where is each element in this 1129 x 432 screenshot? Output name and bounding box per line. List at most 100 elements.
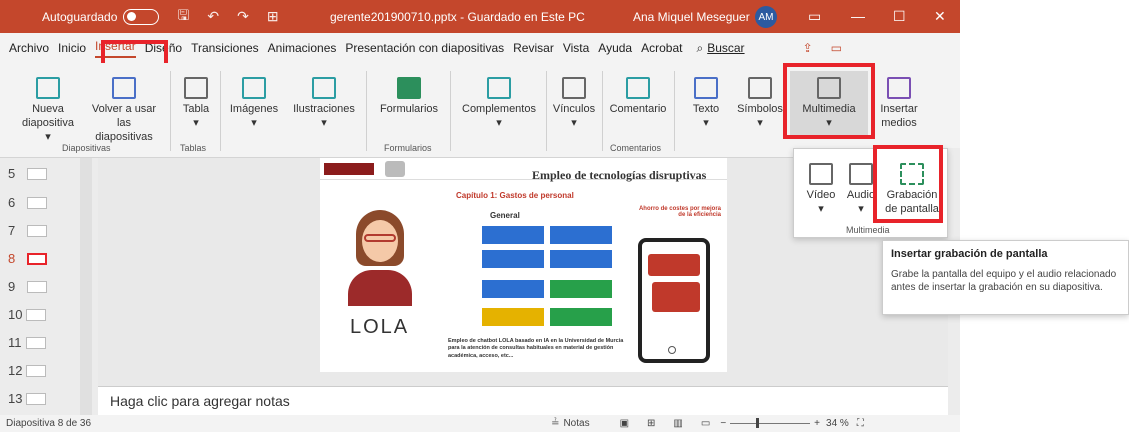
undo-icon[interactable]: ↶ <box>207 8 219 25</box>
lola-label: LOLA <box>350 316 410 338</box>
insert-media-label: Insertar <box>880 103 918 115</box>
slideshow-icon[interactable]: ▭ <box>701 418 710 429</box>
comment-button[interactable]: Comentario <box>606 77 670 117</box>
tab-acrobat[interactable]: Acrobat <box>641 41 682 55</box>
quick-access-icon[interactable]: ⊞ <box>267 8 279 25</box>
thumbnail-item[interactable]: 11 <box>8 335 46 350</box>
tooltip-body: Grabe la pantalla del equipo y el audio … <box>891 268 1117 294</box>
slide-body: Empleo de chatbot LOLA basado en IA en l… <box>448 338 624 359</box>
share-icon[interactable]: ⇪ <box>803 41 813 55</box>
thumbnail-number: 13 <box>8 391 23 406</box>
tab-animaciones[interactable]: Animaciones <box>268 41 337 55</box>
title-bar: Autoguardado 🖫 ↶ ↷ ⊞ gerente201900710.pp… <box>0 0 960 33</box>
chevron-down-icon: ▾ <box>496 116 502 129</box>
search-icon[interactable]: ⌕ <box>696 41 703 56</box>
tab-ayuda[interactable]: Ayuda <box>598 41 632 55</box>
forms-button[interactable]: Formularios <box>372 77 446 117</box>
addins-button[interactable]: Complementos ▾ <box>456 77 542 131</box>
shapes-icon <box>312 77 336 99</box>
notes-icon[interactable]: ≟ <box>551 418 559 429</box>
video-label: Vídeo <box>806 189 836 201</box>
new-slide-button[interactable]: Nueva diapositiva ▾ <box>18 77 78 144</box>
zoom-slider[interactable] <box>730 418 811 428</box>
minimize-icon[interactable]: — <box>851 8 865 24</box>
close-icon[interactable]: ✕ <box>934 8 946 25</box>
group-forms-label: Formularios <box>384 143 432 153</box>
insert-media-button[interactable]: Insertar medios <box>874 77 924 131</box>
slide-title: Empleo de tecnologías disruptivas <box>532 168 707 182</box>
search-label[interactable]: Buscar <box>707 41 744 55</box>
table-button[interactable]: Tabla ▾ <box>176 77 216 131</box>
reading-view-icon[interactable]: ▥ <box>673 418 682 429</box>
avatar[interactable]: AM <box>755 6 777 28</box>
chevron-down-icon: ▾ <box>251 116 257 129</box>
text-button[interactable]: Texto ▾ <box>684 77 728 131</box>
notes-pane[interactable]: Haga clic para agregar notas <box>98 386 960 415</box>
reuse-label: Volver a usar <box>91 103 157 115</box>
savings-line-2: de la eficiencia <box>678 212 721 218</box>
general-label: General <box>490 211 520 220</box>
thumbnail-item[interactable]: 10 <box>8 307 47 322</box>
links-button[interactable]: Vínculos ▾ <box>550 77 598 131</box>
table-icon <box>184 77 208 99</box>
forms-icon <box>397 77 421 99</box>
reuse-slides-icon <box>112 77 136 99</box>
comments-icon[interactable]: ▭ <box>831 41 842 55</box>
symbols-button[interactable]: Símbolos ▾ <box>734 77 786 131</box>
tab-archivo[interactable]: Archivo <box>9 41 49 55</box>
table-label: Tabla <box>182 103 210 115</box>
tab-revisar[interactable]: Revisar <box>513 41 554 55</box>
video-icon <box>809 163 833 185</box>
thumbnail-number: 6 <box>8 195 16 210</box>
new-slide-label-2: diapositiva ▾ <box>22 116 74 143</box>
illustrations-button[interactable]: Ilustraciones ▾ <box>288 77 360 131</box>
thumbnail-scrollbar[interactable] <box>80 158 92 415</box>
symbols-label: Símbolos <box>737 103 783 115</box>
notes-toggle[interactable]: Notas <box>563 418 589 429</box>
save-icon[interactable]: 🖫 <box>177 5 189 29</box>
tab-inicio[interactable]: Inicio <box>58 41 86 55</box>
zoom-level[interactable]: 34 % <box>826 418 849 429</box>
thumbnail-item[interactable]: 12 <box>8 363 47 378</box>
tab-vista[interactable]: Vista <box>563 41 589 55</box>
images-button[interactable]: Imágenes ▾ <box>226 77 282 131</box>
reuse-slides-button[interactable]: Volver a usar las diapositivas <box>88 77 160 144</box>
comment-icon <box>626 77 650 99</box>
chevron-down-icon: ▾ <box>321 116 327 129</box>
thumbnail-image <box>26 308 47 321</box>
insert-media-label-2: medios <box>881 116 917 129</box>
redo-icon[interactable]: ↷ <box>237 8 249 25</box>
lola-avatar-illustration <box>348 210 412 306</box>
new-slide-label: Nueva <box>32 103 64 115</box>
university-logo <box>324 163 374 175</box>
thumbnail-item-selected[interactable]: 8 <box>8 251 48 266</box>
slide-chapter: Capítulo 1: Gastos de personal <box>456 191 574 200</box>
forms-label: Formularios <box>379 103 439 115</box>
user-name[interactable]: Ana Miquel Meseguer <box>633 10 750 24</box>
tab-transiciones[interactable]: Transiciones <box>191 41 259 55</box>
thumbnail-item[interactable]: 5 <box>8 166 48 181</box>
zoom-slider-thumb[interactable] <box>756 418 760 428</box>
thumbnail-item[interactable]: 6 <box>8 195 48 210</box>
addins-icon <box>487 77 511 99</box>
group-comments-label: Comentarios <box>610 143 662 153</box>
thumbnail-item[interactable]: 7 <box>8 223 48 238</box>
sorter-view-icon[interactable]: ⊞ <box>647 418 655 429</box>
maximize-icon[interactable]: ☐ <box>893 8 906 25</box>
thumbnail-item[interactable]: 9 <box>8 279 48 294</box>
video-button[interactable]: Vídeo ▾ <box>804 163 838 217</box>
thumbnail-number: 12 <box>8 363 23 378</box>
autosave-toggle[interactable] <box>123 8 160 25</box>
fit-slide-icon[interactable]: ⛶ <box>857 418 864 429</box>
ribbon-display-icon[interactable]: ▭ <box>808 8 821 25</box>
slide[interactable]: Empleo de tecnologías disruptivas Capítu… <box>320 158 727 372</box>
links-label: Vínculos <box>552 103 596 115</box>
zoom-out-icon[interactable]: − <box>720 418 726 429</box>
tab-presentacion[interactable]: Presentación con diapositivas <box>345 41 504 55</box>
thumbnail-item[interactable]: 13 <box>8 391 47 406</box>
thumbnail-image <box>27 167 48 180</box>
autosave-label: Autoguardado <box>42 9 118 24</box>
zoom-in-icon[interactable]: + <box>814 418 820 429</box>
thumbnail-number: 7 <box>8 223 16 238</box>
normal-view-icon[interactable]: ▣ <box>620 418 629 429</box>
